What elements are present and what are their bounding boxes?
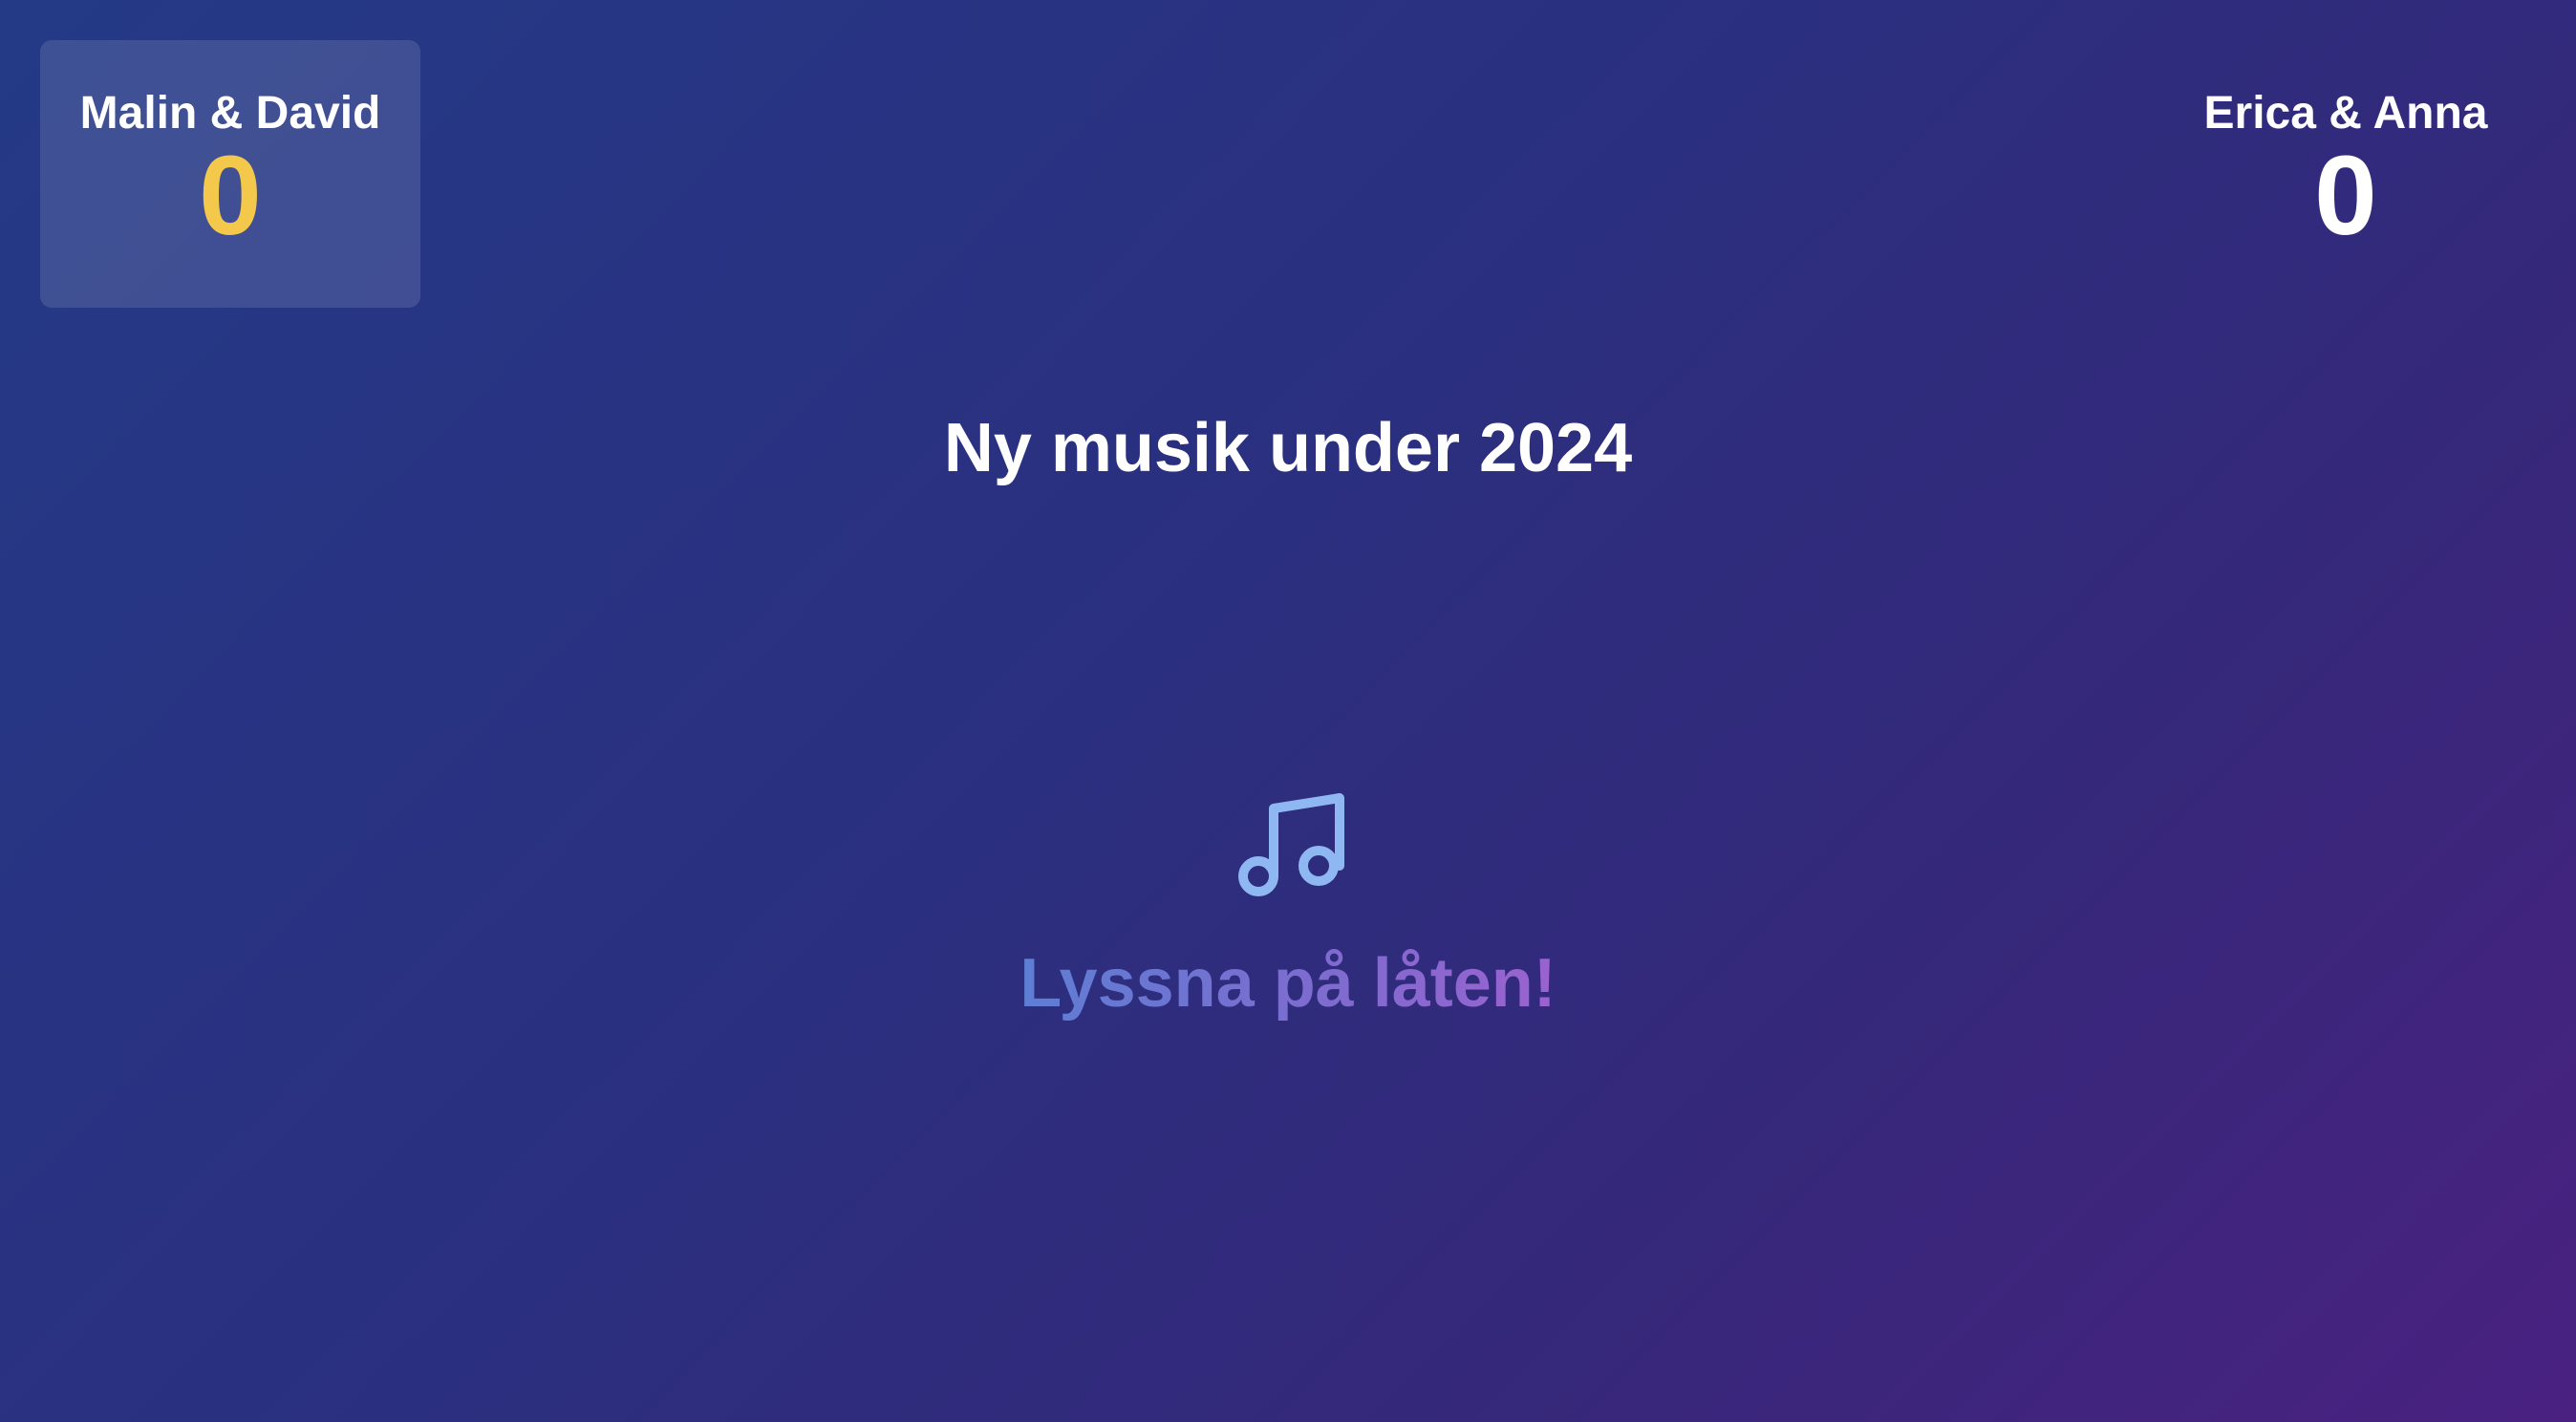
team-name: Malin & David — [79, 88, 381, 139]
team-name: Erica & Anna — [2203, 88, 2488, 139]
team-card-malin-david: Malin & David 0 — [40, 40, 420, 308]
team-card-erica-anna: Erica & Anna 0 — [2156, 40, 2536, 308]
music-note-icon — [1238, 793, 1344, 896]
round-title: Ny musik under 2024 — [943, 410, 1633, 486]
listen-prompt: Lyssna på låten! — [0, 945, 2576, 1022]
team-score: 0 — [199, 133, 262, 260]
team-score: 0 — [2314, 133, 2377, 260]
listen-prompt-text: Lyssna på låten! — [1020, 945, 1556, 1022]
